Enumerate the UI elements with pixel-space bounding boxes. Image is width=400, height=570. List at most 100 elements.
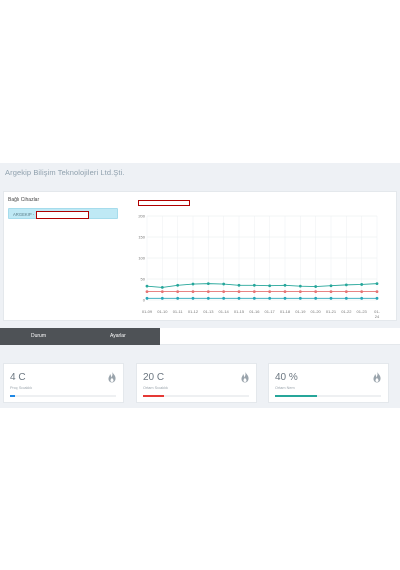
data-point [360,283,364,286]
data-point [298,296,302,300]
data-point [252,290,256,293]
y-tick-label: 50 [141,277,146,282]
stat-card-proc-temp: 4 C Proç Sıcaklık [3,363,124,403]
x-tick-label: 24 [375,314,380,319]
data-point [160,296,164,300]
data-point [206,290,210,293]
data-point [283,290,287,293]
redacted-device-name [36,210,89,219]
data-point [268,284,272,288]
data-point [344,290,348,293]
data-point [191,290,195,293]
stat-label: Ortam Nem [275,386,295,390]
line-chart-svg: 0 50 100 150 200 01-09 01-10 01-11 01-12 01-13 01-… [138,214,380,320]
data-point [145,296,149,300]
data-point [222,282,226,286]
data-point [237,296,241,300]
data-point [206,282,210,286]
data-point [283,283,287,287]
tab-bar: Durum Ayarlar [0,328,400,345]
x-tick-label: 01-13 [203,309,214,314]
progress-track [143,395,249,397]
data-point [375,282,379,286]
data-point [145,284,149,288]
tab-durum[interactable]: Durum [31,333,46,339]
data-point [360,296,364,300]
x-tick-label: 01-20 [311,309,322,314]
progress-fill [143,395,165,397]
progress-fill [275,395,318,397]
data-point [360,290,364,293]
data-point [191,282,195,286]
stat-label: Ortam Sıcaklık [143,386,168,390]
data-point [222,290,226,293]
data-point [252,296,256,300]
data-point [344,296,348,300]
company-title: Argekip Bilişim Teknolojileri Ltd.Şti. [5,168,125,177]
data-point [344,283,348,287]
x-tick-label: 01-10 [157,309,168,314]
x-tick-label: 01-12 [188,309,199,314]
y-tick-label: 100 [138,256,145,261]
x-tick-label: 01-14 [219,309,230,314]
tab-ayarlar[interactable]: Ayarlar [110,333,126,339]
flame-icon [241,371,249,383]
y-tick-label: 0 [143,298,146,303]
data-point [268,296,272,300]
stat-value: 20 C [143,372,165,383]
data-point [145,290,149,293]
data-point [191,296,195,300]
x-tick-label: 01-11 [173,309,184,314]
connected-devices-title: Bağlı Cihazlar [8,197,40,203]
data-point [176,296,180,300]
progress-fill [10,395,16,397]
flame-icon [108,371,116,383]
stat-value: 4 C [10,372,26,383]
tab-bar-empty [160,328,400,345]
data-point [314,296,318,300]
y-tick-label: 150 [138,235,145,240]
stat-label: Proç Sıcaklık [10,386,33,390]
data-point [298,290,302,293]
x-tick-label: 01-15 [234,309,245,314]
stat-value: 40 % [275,372,298,383]
data-point [283,296,287,300]
redacted-chart-title [138,200,190,206]
x-tick-label: 01-23 [357,309,368,314]
data-point [268,290,272,293]
data-point [298,284,302,288]
x-tick-label: 01-16 [249,309,260,314]
x-tick-label: 01-17 [265,309,276,314]
data-point [160,290,164,293]
stat-card-ambient-temp: 20 C Ortam Sıcaklık [136,363,257,403]
tab-bar-dark [0,328,160,345]
data-point [329,296,333,300]
device-item-label: ARGEKIP - [13,212,35,217]
data-point [176,290,180,293]
x-tick-label: 01-22 [341,309,352,314]
progress-track [275,395,381,397]
data-point [375,296,379,300]
data-point [237,283,241,287]
data-point [206,296,210,300]
x-tick-label: 01-18 [280,309,291,314]
device-item[interactable]: ARGEKIP - [8,208,118,219]
data-point [375,290,379,293]
series-line [146,283,378,288]
data-point [329,284,333,288]
data-point [160,286,164,289]
data-point [314,285,318,288]
x-tick-label: 01-21 [326,309,337,314]
connected-devices-panel: Bağlı Cihazlar ARGEKIP - [8,197,128,219]
data-point [176,283,180,287]
data-point [237,290,241,293]
data-point [329,290,333,293]
flame-icon [373,371,381,383]
x-tick-label: 01-09 [142,309,153,314]
progress-track [10,395,116,397]
data-point [222,296,226,300]
sensor-chart: 0 50 100 150 200 01-09 01-10 01-11 01-12 01-13 01-… [133,197,383,321]
data-point [314,290,318,293]
y-tick-label: 200 [138,214,145,219]
x-tick-label: 01-19 [295,309,306,314]
